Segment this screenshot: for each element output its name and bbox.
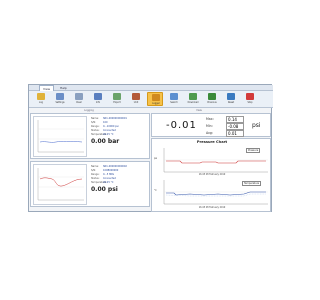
device-2-plot xyxy=(37,168,84,201)
search-icon xyxy=(170,93,178,100)
reset-icon xyxy=(227,93,235,100)
previous-icon xyxy=(208,93,216,100)
ribbon-button-label: Reset xyxy=(227,101,235,104)
ribbon-button-label: Export xyxy=(113,101,121,104)
stop-icon xyxy=(246,93,254,100)
device-1-row-range: Range: 0...10000 psi xyxy=(91,125,119,128)
device-2-value: 0.00 psi xyxy=(91,186,118,193)
stop-button[interactable]: Stop xyxy=(242,92,258,106)
previous-button[interactable]: Previous xyxy=(204,92,220,106)
logger-button[interactable]: Logger xyxy=(147,92,163,106)
main-reading: -0.01 xyxy=(166,120,197,131)
device-1-series-line xyxy=(39,141,83,143)
ribbon-button-label: Info xyxy=(95,101,101,104)
device-1-row-sn: S/N: 100 xyxy=(91,121,108,124)
device-1-plot xyxy=(37,120,84,153)
ribbon-button-label: Clear xyxy=(76,101,82,104)
device-1-row-status: Status: Connected xyxy=(91,129,116,132)
main-content: Name: SN1-000000000001 S/N: 100 Range: 0...… xyxy=(29,113,273,213)
min-value: -0.08 xyxy=(226,123,244,130)
pressure-chart-panel: Pressure Chart psi °C Pressure Temperatu… xyxy=(151,138,271,212)
device-2-row-status: Status: Connected xyxy=(91,177,116,180)
device-1-info: Name: SN1-000000000001 S/N: 100 Range: 0...… xyxy=(89,116,149,157)
device-panel-1: Name: SN1-000000000001 S/N: 100 Range: 0...… xyxy=(30,113,150,159)
temperature-series-line xyxy=(166,191,266,196)
temperature-legend: Temperature xyxy=(242,181,262,186)
settings-icon xyxy=(56,93,64,100)
device-1-mini-chart xyxy=(33,116,87,157)
logger-icon xyxy=(152,94,160,101)
max-value: 0.14 xyxy=(226,116,244,123)
ribbon-button-label: Settings xyxy=(55,101,65,104)
pressure-xtick: 16:45 28 February 2019 xyxy=(198,173,226,176)
clear-button[interactable]: Clear xyxy=(71,92,87,106)
avg-value: 0.01 xyxy=(226,130,244,137)
device-1-row-name: Name: SN1-000000000001 xyxy=(91,117,127,120)
ribbon-button-label: Logger xyxy=(152,102,160,105)
max-label: Max: xyxy=(206,117,214,121)
app-window: View Help Log Settings Clear Info Export Unit… xyxy=(28,84,273,213)
ribbon-button-label: Search xyxy=(170,101,178,104)
ribbon-toolbar: Log Settings Clear Info Export Unit Logger Sear… xyxy=(29,91,273,108)
download-icon xyxy=(189,93,197,100)
device-1-value: 0.00 bar xyxy=(91,138,120,145)
ribbon-button-label: Download xyxy=(187,101,199,104)
device-2-row-temp: Temperature:26.25 °C xyxy=(91,181,114,184)
clear-icon xyxy=(75,93,83,100)
pressure-series-line xyxy=(166,160,266,164)
info-button[interactable]: Info xyxy=(90,92,106,106)
search-button[interactable]: Search xyxy=(166,92,182,106)
device-2-row-sn: S/N: 100B000000 xyxy=(91,169,119,172)
temperature-ylabel: °C xyxy=(154,189,157,192)
ribbon-button-label: Unit xyxy=(133,101,139,104)
min-label: Min: xyxy=(206,124,213,128)
ribbon-button-label: Stop xyxy=(247,101,253,104)
reset-button[interactable]: Reset xyxy=(223,92,239,106)
ribbon-button-label: Previous xyxy=(207,101,217,104)
avg-label: Avg: xyxy=(206,131,213,135)
device-2-row-name: Name: SN1-000000000002 xyxy=(91,165,127,168)
export-icon xyxy=(113,93,121,100)
log-icon xyxy=(37,93,45,100)
info-icon xyxy=(94,93,102,100)
log-button[interactable]: Log xyxy=(33,92,49,106)
unit-icon xyxy=(132,93,140,100)
device-2-info: Name: SN1-000000000002 S/N: 100B000000 Ran… xyxy=(89,164,149,205)
download-button[interactable]: Download xyxy=(185,92,201,106)
settings-button[interactable]: Settings xyxy=(52,92,68,106)
device-1-row-temp: Temperature:26.25 °C xyxy=(91,133,114,136)
temperature-xtick: 16:45 28 February 2019 xyxy=(198,206,226,209)
device-2-series-line xyxy=(39,177,83,187)
readout-panel: -0.01 Max: 0.14 Min: -0.08 Avg: 0.01 psi xyxy=(151,113,271,137)
pressure-legend: Pressure xyxy=(246,148,261,153)
ribbon-button-label: Log xyxy=(39,101,43,104)
export-button[interactable]: Export xyxy=(109,92,125,106)
pressure-ylabel: psi xyxy=(154,157,158,160)
device-panel-2: Name: SN1-000000000002 S/N: 100B000000 Ran… xyxy=(30,161,150,207)
device-2-row-range: Range: 0...5 MPa xyxy=(91,173,114,176)
device-2-mini-chart xyxy=(33,164,87,205)
unit-button[interactable]: Unit xyxy=(128,92,144,106)
unit-label: psi xyxy=(252,122,261,129)
pressure-chart-plot xyxy=(160,146,270,210)
pressure-chart-title: Pressure Chart xyxy=(196,140,228,144)
